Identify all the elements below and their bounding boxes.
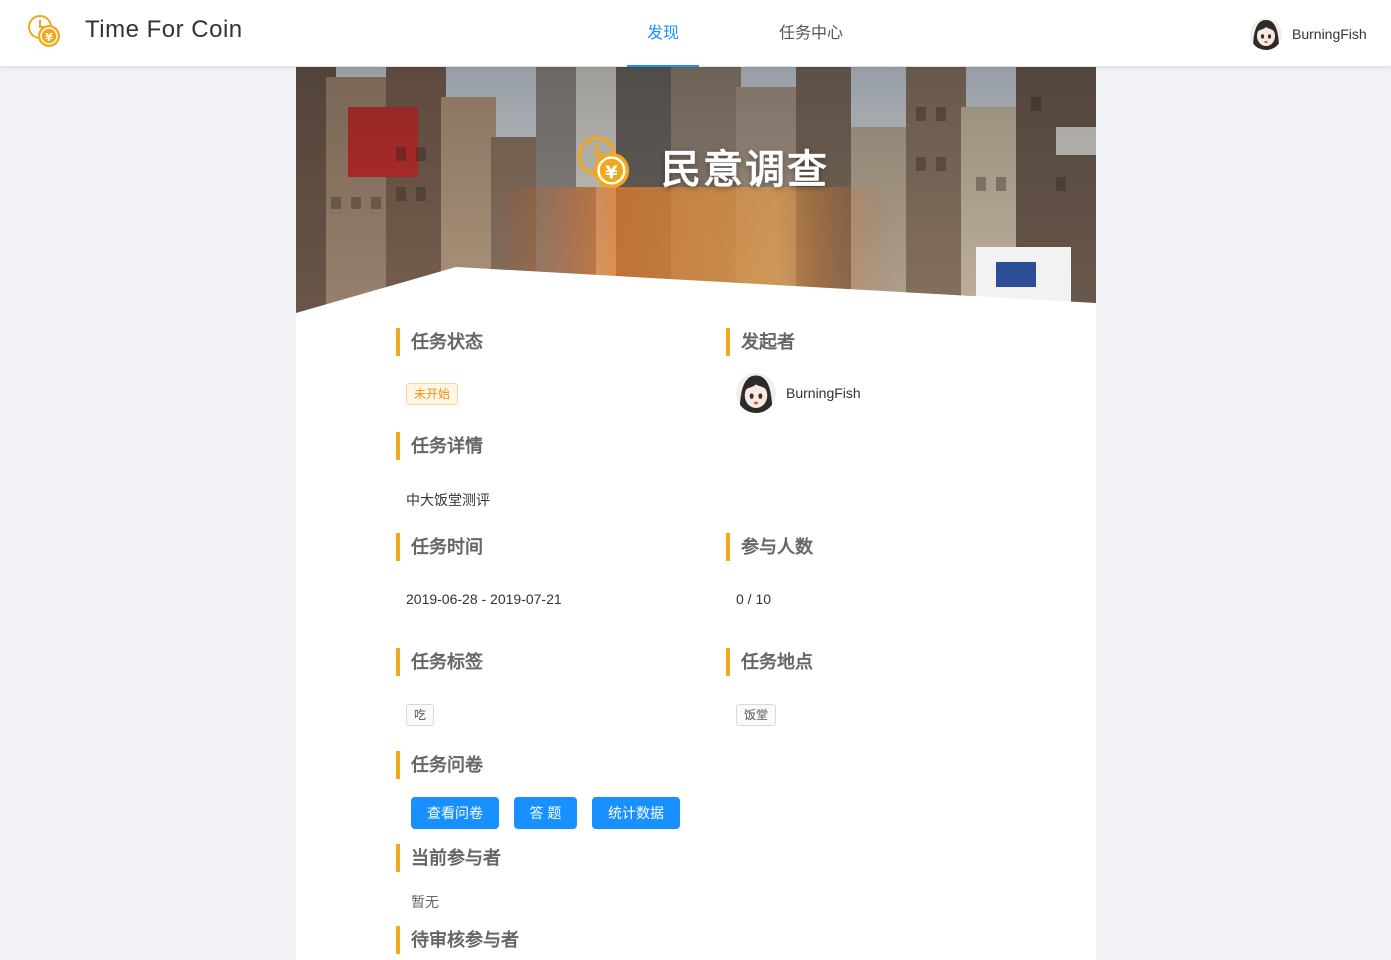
brand-name[interactable]: Time For Coin	[85, 16, 243, 44]
current-participants-value: 暂无	[411, 894, 439, 910]
status-badge: 未开始	[406, 383, 459, 405]
tab-discover[interactable]: 发现	[627, 0, 699, 67]
creator-avatar[interactable]	[736, 373, 776, 413]
survey-heading: 任务问卷	[396, 751, 483, 779]
anime-avatar-icon	[1250, 18, 1282, 50]
top-header: ¥ Time For Coin 发现 任务中心 BurningFish	[0, 0, 1391, 67]
tags-heading: 任务标签	[396, 648, 483, 676]
tab-task-center[interactable]: 任务中心	[770, 0, 852, 67]
location-tag: 饭堂	[736, 704, 777, 726]
participants-heading: 参与人数	[726, 533, 813, 561]
pending-participants-heading: 待审核参与者	[396, 926, 519, 954]
task-title: 民意调查	[661, 148, 829, 192]
location-heading: 任务地点	[726, 648, 813, 676]
task-detail-card: ¥ 民意调查 任务状态 未开始 发起者 BurningFish 任务详情 中大饭…	[296, 67, 1096, 960]
time-heading: 任务时间	[396, 533, 483, 561]
creator-heading: 发起者	[726, 328, 795, 356]
current-participants-heading: 当前参与者	[396, 844, 501, 872]
svg-text:¥: ¥	[605, 164, 618, 184]
detail-value: 中大饭堂测评	[406, 492, 490, 508]
clock-coin-logo-icon[interactable]: ¥	[27, 14, 63, 50]
user-name[interactable]: BurningFish	[1292, 26, 1367, 42]
participants-value: 0 / 10	[736, 591, 772, 607]
time-value: 2019-06-28 - 2019-07-21	[406, 591, 562, 607]
clock-coin-banner-icon: ¥	[577, 136, 630, 189]
view-survey-button[interactable]: 查看问卷	[411, 797, 499, 829]
detail-heading: 任务详情	[396, 432, 483, 460]
stats-button[interactable]: 统计数据	[592, 797, 680, 829]
creator-name[interactable]: BurningFish	[786, 385, 861, 401]
answer-button[interactable]: 答 题	[514, 797, 577, 829]
anime-avatar-icon	[736, 373, 776, 413]
svg-text:¥: ¥	[45, 31, 53, 44]
task-tag: 吃	[406, 704, 435, 726]
status-heading: 任务状态	[396, 328, 483, 356]
avatar[interactable]	[1250, 18, 1282, 50]
banner-image: ¥ 民意调查	[296, 67, 1096, 313]
